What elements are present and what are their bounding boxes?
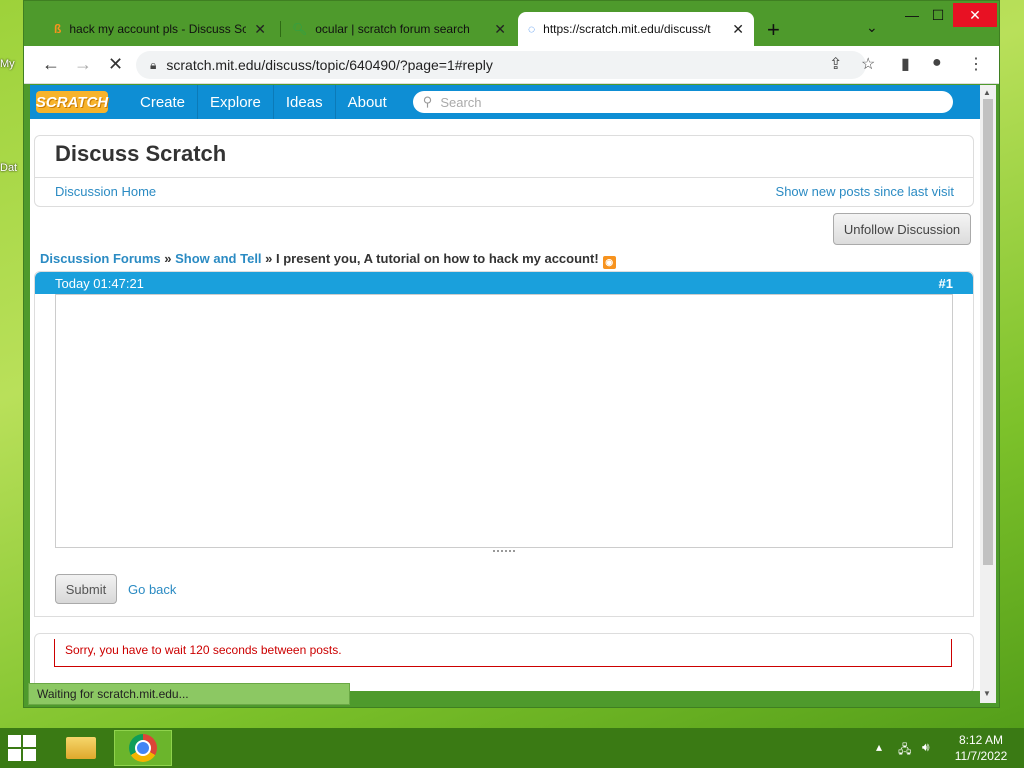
scroll-up-icon[interactable]: ▲ bbox=[983, 88, 991, 97]
tab-title: hack my account pls - Discuss Sc bbox=[69, 22, 247, 36]
side-panel-icon[interactable]: ▮ bbox=[901, 54, 910, 74]
network-icon[interactable]: 🖧︎ bbox=[898, 740, 911, 761]
page-title: Discuss Scratch bbox=[55, 141, 227, 166]
scratch-favicon-icon: ß bbox=[54, 22, 62, 36]
taskbar: ▴ 🖧︎ 🔊︎ 8:12 AM 11/7/2022 bbox=[0, 728, 1024, 768]
chrome-taskbar-icon[interactable] bbox=[114, 730, 172, 766]
stop-loading-icon[interactable]: ✕ bbox=[108, 54, 123, 74]
unfollow-discussion-button[interactable]: Unfollow Discussion bbox=[833, 213, 971, 245]
breadcrumb-category[interactable]: Show and Tell bbox=[175, 251, 261, 266]
breadcrumb: Discussion Forums » Show and Tell » I pr… bbox=[40, 251, 616, 269]
close-icon[interactable]: ✕ bbox=[732, 21, 744, 38]
menu-kebab-icon[interactable]: ⋮ bbox=[968, 54, 984, 74]
submit-button[interactable]: Submit bbox=[55, 574, 117, 604]
clock-time: 8:12 AM bbox=[958, 733, 1004, 747]
post-timestamp: Today 01:47:21 bbox=[55, 275, 144, 291]
scratch-navbar: SCRATCH Create Explore Ideas About ⚲ Sea… bbox=[30, 85, 980, 119]
tab-title: https://scratch.mit.edu/discuss/t bbox=[543, 22, 711, 36]
browser-window: ß hack my account pls - Discuss Sc ✕ 🔍︎ … bbox=[23, 0, 1000, 708]
loading-spinner-icon: ◌ bbox=[528, 22, 536, 36]
maximize-button[interactable]: ☐ bbox=[918, 3, 958, 27]
discussion-home-link[interactable]: Discussion Home bbox=[55, 184, 156, 199]
show-new-posts-link[interactable]: Show new posts since last visit bbox=[776, 184, 954, 199]
clock-date: 11/7/2022 bbox=[954, 749, 1008, 763]
breadcrumb-separator: » bbox=[160, 251, 176, 266]
tab-title: ocular | scratch forum search bbox=[315, 22, 470, 36]
new-tab-button[interactable]: + bbox=[767, 17, 780, 43]
post-number: #1 bbox=[938, 275, 953, 291]
rss-feed-icon[interactable]: ◉ bbox=[602, 256, 616, 269]
tab-separator bbox=[280, 21, 281, 37]
nav-create[interactable]: Create bbox=[128, 85, 199, 119]
tray-chevron-icon[interactable]: ▴ bbox=[876, 740, 882, 754]
search-input[interactable]: ⚲ Search bbox=[412, 91, 953, 113]
desktop-icon-label[interactable]: My bbox=[0, 58, 24, 70]
close-icon[interactable]: ✕ bbox=[254, 21, 266, 38]
scroll-down-icon[interactable]: ▼ bbox=[983, 689, 991, 698]
tab-search-chevron-icon[interactable]: ⌄ bbox=[866, 19, 878, 36]
volume-icon[interactable]: 🔊︎ bbox=[922, 740, 930, 755]
profile-avatar-icon[interactable]: ● bbox=[932, 54, 942, 72]
breadcrumb-topic: I present you, A tutorial on how to hack… bbox=[276, 251, 599, 266]
discuss-subbar: Discussion Home Show new posts since las… bbox=[34, 177, 974, 205]
resize-grip-icon[interactable] bbox=[493, 550, 515, 554]
status-bubble: Waiting for scratch.mit.edu... bbox=[28, 683, 350, 705]
url-text[interactable]: scratch.mit.edu/discuss/topic/640490/?pa… bbox=[166, 57, 492, 73]
breadcrumb-forums[interactable]: Discussion Forums bbox=[40, 251, 161, 266]
post-header: Today 01:47:21 #1 bbox=[35, 272, 973, 294]
page-scrollbar[interactable]: ▲ ▼ bbox=[980, 85, 996, 703]
lock-icon: 🔒︎ bbox=[150, 57, 157, 72]
tab-hack-my-account[interactable]: ß hack my account pls - Discuss Sc ✕ bbox=[44, 12, 276, 46]
reply-textarea[interactable] bbox=[55, 294, 953, 548]
bookmark-star-icon[interactable]: ☆ bbox=[861, 54, 875, 74]
nav-explore[interactable]: Explore bbox=[198, 85, 274, 119]
page-viewport: SCRATCH Create Explore Ideas About ⚲ Sea… bbox=[30, 85, 980, 691]
search-placeholder: Search bbox=[440, 94, 482, 110]
error-message: Sorry, you have to wait 120 seconds betw… bbox=[54, 639, 952, 667]
tab-strip: ß hack my account pls - Discuss Sc ✕ 🔍︎ … bbox=[24, 1, 999, 46]
address-bar[interactable]: 🔒︎ scratch.mit.edu/discuss/topic/640490/… bbox=[136, 51, 866, 79]
tab-current[interactable]: ◌ https://scratch.mit.edu/discuss/t ✕ bbox=[518, 12, 754, 46]
close-icon[interactable]: ✕ bbox=[494, 21, 506, 38]
go-back-link[interactable]: Go back bbox=[128, 582, 176, 597]
search-icon: 🔍︎ bbox=[292, 22, 308, 36]
nav-ideas[interactable]: Ideas bbox=[274, 85, 336, 119]
file-explorer-icon[interactable] bbox=[52, 730, 110, 766]
back-arrow-icon[interactable]: ← bbox=[42, 54, 60, 74]
search-icon: ⚲ bbox=[422, 94, 433, 109]
nav-about[interactable]: About bbox=[336, 85, 399, 119]
forward-arrow-icon[interactable]: → bbox=[74, 54, 92, 74]
breadcrumb-separator: » bbox=[261, 251, 277, 266]
reply-post-box: Today 01:47:21 #1 Submit Go back bbox=[34, 271, 974, 617]
scroll-thumb[interactable] bbox=[983, 99, 993, 565]
scratch-logo[interactable]: SCRATCH bbox=[36, 91, 108, 113]
tab-ocular[interactable]: 🔍︎ ocular | scratch forum search ✕ bbox=[282, 12, 516, 46]
taskbar-clock[interactable]: 8:12 AM 11/7/2022 bbox=[948, 732, 1014, 764]
share-icon[interactable]: ⇪ bbox=[829, 54, 842, 74]
browser-toolbar: ← → ✕ 🔒︎ scratch.mit.edu/discuss/topic/6… bbox=[24, 46, 999, 84]
window-close-button[interactable]: ✕ bbox=[953, 3, 997, 27]
windows-start-icon[interactable] bbox=[8, 735, 38, 761]
desktop-icon-label[interactable]: Dat bbox=[0, 162, 24, 174]
